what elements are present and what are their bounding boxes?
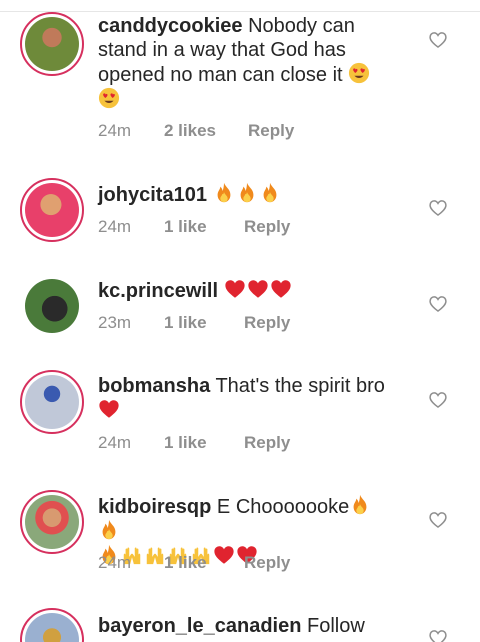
comment-likes[interactable]: 2 likes xyxy=(164,121,248,141)
comment-body: Follow xyxy=(301,615,365,637)
top-divider xyxy=(0,0,480,12)
heart-eyes-emoji xyxy=(348,62,370,84)
heart-outline-icon[interactable] xyxy=(428,390,448,410)
comment-username[interactable]: kidboiresqp xyxy=(98,496,211,518)
comment-time: 24m xyxy=(98,217,132,236)
comment-time: 23m xyxy=(98,313,132,332)
fire-emoji xyxy=(236,182,258,204)
heart-outline-icon[interactable] xyxy=(428,628,448,642)
reply-button[interactable]: Reply xyxy=(244,217,290,237)
reply-button[interactable]: Reply xyxy=(248,121,294,141)
heart-outline-icon[interactable] xyxy=(428,30,448,50)
heart-eyes-emoji xyxy=(98,87,120,109)
avatar[interactable] xyxy=(20,178,84,242)
comment-username[interactable]: bayeron_le_canadien xyxy=(98,615,301,637)
avatar[interactable] xyxy=(20,12,84,76)
comment-likes[interactable]: 1 like xyxy=(164,313,244,333)
comment-text: bayeron_le_canadien Follow xyxy=(98,614,418,638)
avatar[interactable] xyxy=(20,608,84,642)
fire-emoji xyxy=(98,519,120,541)
comment-meta: 23m 1 like Reply xyxy=(98,313,290,333)
red-heart-emoji xyxy=(224,278,246,300)
fire-emoji xyxy=(213,182,235,204)
comment-time: 24m xyxy=(98,121,132,140)
comment-body: That's the spirit bro xyxy=(210,375,385,397)
reply-button[interactable]: Reply xyxy=(244,433,290,453)
comment-text: kc.princewill xyxy=(98,278,398,303)
red-heart-emoji xyxy=(270,278,292,300)
comment-time: 24m xyxy=(98,553,132,572)
avatar[interactable] xyxy=(20,274,84,338)
comment-likes[interactable]: 1 like xyxy=(164,217,244,237)
comment-meta: 24m 1 like Reply xyxy=(98,553,290,573)
fire-emoji xyxy=(349,494,371,516)
reply-button[interactable]: Reply xyxy=(244,553,290,573)
comment-username[interactable]: canddycookiee xyxy=(98,15,243,37)
comment-likes[interactable]: 1 like xyxy=(164,553,244,573)
comment-username[interactable]: johycita101 xyxy=(98,184,207,206)
red-heart-emoji xyxy=(247,278,269,300)
reply-button[interactable]: Reply xyxy=(244,313,290,333)
comment-meta: 24m 2 likes Reply xyxy=(98,121,294,141)
comment-meta: 24m 1 like Reply xyxy=(98,217,290,237)
comment-likes[interactable]: 1 like xyxy=(164,433,244,453)
comment-username[interactable]: kc.princewill xyxy=(98,280,218,302)
avatar[interactable] xyxy=(20,490,84,554)
comment-body: E Chooooooke xyxy=(211,496,350,518)
comment-text: bobmansha That's the spirit bro xyxy=(98,374,398,423)
comment-username[interactable]: bobmansha xyxy=(98,375,210,397)
comment-time: 24m xyxy=(98,433,132,452)
red-heart-emoji xyxy=(98,398,120,420)
heart-outline-icon[interactable] xyxy=(428,294,448,314)
heart-outline-icon[interactable] xyxy=(428,198,448,218)
fire-emoji xyxy=(259,182,281,204)
heart-outline-icon[interactable] xyxy=(428,510,448,530)
comment-text: canddycookiee Nobody can stand in a way … xyxy=(98,14,398,112)
avatar[interactable] xyxy=(20,370,84,434)
comment-text: johycita101 xyxy=(98,182,398,207)
comment-meta: 24m 1 like Reply xyxy=(98,433,290,453)
